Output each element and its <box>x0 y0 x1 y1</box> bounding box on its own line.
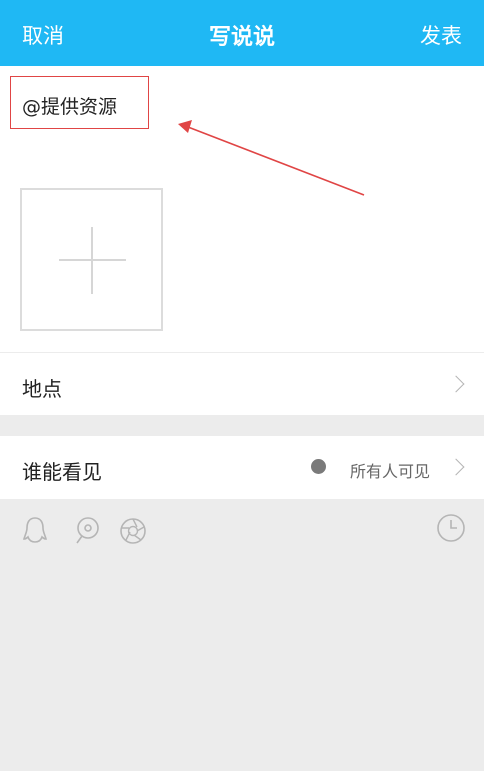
location-row[interactable]: 地点 <box>0 352 484 415</box>
camera-shutter-icon[interactable] <box>118 515 148 545</box>
visibility-label: 谁能看见 <box>22 460 102 484</box>
chevron-right-icon <box>447 375 465 393</box>
post-text-input[interactable]: @提供资源 <box>10 76 149 129</box>
qq-penguin-icon[interactable] <box>20 515 50 545</box>
location-pin-icon[interactable] <box>72 515 102 545</box>
compose-area[interactable]: @提供资源 <box>0 66 484 352</box>
location-label: 地点 <box>22 377 62 401</box>
clock-icon[interactable] <box>436 513 466 543</box>
add-photo-button[interactable] <box>20 188 163 331</box>
header-bar: 取消 写说说 发表 <box>0 0 484 66</box>
visibility-value: 所有人可见 <box>349 462 430 481</box>
visibility-row[interactable]: 谁能看见 所有人可见 <box>0 436 484 499</box>
globe-icon <box>311 459 326 474</box>
page-title: 写说说 <box>208 25 275 50</box>
chevron-right-icon <box>447 458 465 476</box>
plus-icon-vertical <box>91 227 93 294</box>
publish-button[interactable]: 发表 <box>420 20 462 50</box>
